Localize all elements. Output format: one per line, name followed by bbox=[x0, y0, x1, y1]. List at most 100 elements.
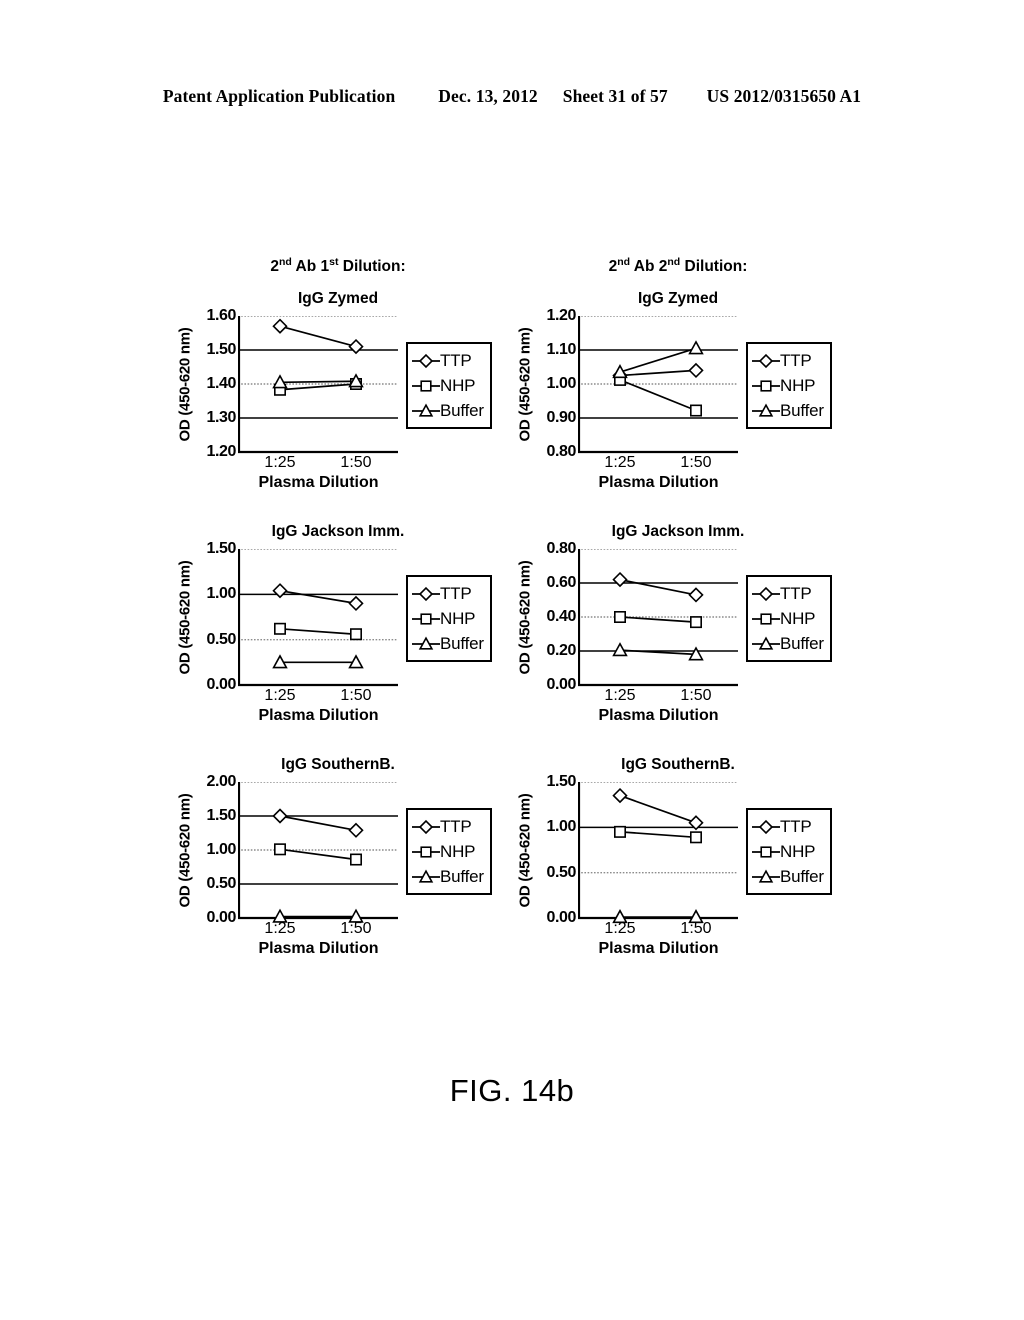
panel-row: IgG Jackson Imm. OD (450-620 nm) 0.00 0.50 1… bbox=[168, 491, 848, 724]
x-tick-label: 1:50 bbox=[340, 920, 372, 937]
legend-item-nhp: NHP bbox=[411, 373, 484, 398]
y-tick-label: 1.00 bbox=[546, 375, 576, 392]
x-tick-label: 1:25 bbox=[604, 920, 636, 937]
chart-legend: TTP NHP Buffer bbox=[406, 808, 492, 895]
x-axis-ticks: 1:25 1:50 bbox=[578, 920, 738, 942]
y-tick-label: 1.40 bbox=[206, 375, 236, 392]
y-tick-label: 1.50 bbox=[206, 807, 236, 824]
y-tick-label: 0.00 bbox=[206, 676, 236, 693]
x-axis-title: Plasma Dilution bbox=[598, 474, 719, 491]
panel-row: IgG SouthernB. OD (450-620 nm) 0.00 0.50 1.0… bbox=[168, 724, 848, 957]
patent-number: US 2012/0315650 A1 bbox=[706, 86, 862, 106]
chart-panel-jackson-2nd: IgG Jackson Imm. OD (450-620 nm) 0.00 0.20 0… bbox=[508, 491, 848, 724]
x-axis-ticks: 1:25 1:50 bbox=[578, 687, 738, 709]
legend-item-buffer: Buffer bbox=[411, 398, 484, 423]
x-axis-ticks: 1:25 1:50 bbox=[238, 454, 398, 476]
triangle-marker-icon bbox=[411, 402, 441, 420]
y-tick-label: 1.60 bbox=[206, 307, 236, 324]
legend-label: NHP bbox=[780, 841, 816, 861]
x-tick-label: 1:50 bbox=[340, 454, 372, 471]
chart-legend: TTP NHP Buffer bbox=[746, 342, 832, 429]
legend-label: NHP bbox=[780, 375, 816, 395]
legend-label: Buffer bbox=[440, 633, 484, 653]
y-tick-label: 1.10 bbox=[546, 341, 576, 358]
y-tick-label: 1.30 bbox=[206, 409, 236, 426]
x-tick-label: 1:25 bbox=[604, 454, 636, 471]
x-axis-title: Plasma Dilution bbox=[258, 474, 379, 491]
x-axis-ticks: 1:25 1:50 bbox=[238, 687, 398, 709]
legend-item-buffer: Buffer bbox=[751, 631, 824, 656]
y-axis-ticks: 0.00 0.50 1.00 1.50 2.00 bbox=[190, 773, 238, 926]
column-heading: 2nd Ab 2nd Dilution: bbox=[608, 255, 748, 275]
legend-item-nhp: NHP bbox=[751, 839, 824, 864]
heading-spacer bbox=[508, 724, 848, 750]
x-tick-label: 1:50 bbox=[680, 687, 712, 704]
chart-panel-jackson-1st: IgG Jackson Imm. OD (450-620 nm) 0.00 0.50 1… bbox=[168, 491, 508, 724]
y-tick-label: 0.40 bbox=[546, 608, 576, 625]
patent-header: Patent Application Publication Dec. 13, … bbox=[0, 86, 1024, 107]
y-axis-ticks: 1.20 1.30 1.40 1.50 1.60 bbox=[190, 307, 238, 460]
legend-label: Buffer bbox=[780, 633, 824, 653]
x-axis-title: Plasma Dilution bbox=[258, 707, 379, 724]
legend-item-nhp: NHP bbox=[751, 606, 824, 631]
chart-panel-zymed-2nd: 2nd Ab 2nd Dilution: IgG Zymed OD (450-620… bbox=[508, 255, 848, 491]
chart-block: OD (450-620 nm) 0.00 0.50 1.00 1.50 2.00 1:25 1… bbox=[168, 773, 508, 957]
legend-label: Buffer bbox=[440, 866, 484, 886]
figure-panel-grid: 2nd Ab 1st Dilution: IgG Zymed OD (450-620… bbox=[168, 255, 848, 957]
y-tick-label: 0.00 bbox=[206, 909, 236, 926]
square-marker-icon bbox=[411, 610, 441, 628]
y-axis-ticks: 0.80 0.90 1.00 1.10 1.20 bbox=[530, 307, 578, 460]
legend-label: TTP bbox=[780, 816, 812, 836]
y-tick-label: 0.00 bbox=[546, 909, 576, 926]
chart-panel-zymed-1st: 2nd Ab 1st Dilution: IgG Zymed OD (450-620… bbox=[168, 257, 508, 491]
diamond-marker-icon bbox=[751, 352, 781, 370]
y-tick-label: 1.00 bbox=[206, 585, 236, 603]
triangle-marker-icon bbox=[411, 868, 441, 886]
x-axis-title: Plasma Dilution bbox=[258, 940, 379, 957]
y-tick-label: 0.80 bbox=[546, 443, 576, 460]
square-marker-icon bbox=[751, 377, 781, 395]
legend-item-ttp: TTP bbox=[411, 581, 484, 606]
plot-area bbox=[578, 316, 738, 454]
y-tick-label: 0.20 bbox=[546, 642, 576, 659]
legend-label: Buffer bbox=[780, 400, 824, 420]
legend-label: NHP bbox=[780, 608, 816, 628]
y-tick-label: 0.50 bbox=[206, 630, 236, 648]
x-tick-label: 1:25 bbox=[604, 687, 636, 704]
chart-block: OD (450-620 nm) 0.00 0.50 1.00 1.50 1:25 1:50 P… bbox=[168, 540, 508, 724]
y-axis-ticks: 0.00 0.50 1.00 1.50 bbox=[190, 540, 238, 693]
diamond-marker-icon bbox=[751, 585, 781, 603]
legend-label: TTP bbox=[440, 583, 472, 603]
legend-label: Buffer bbox=[780, 866, 824, 886]
legend-item-ttp: TTP bbox=[411, 814, 484, 839]
legend-label: TTP bbox=[780, 350, 812, 370]
y-axis-ticks: 0.00 0.20 0.40 0.60 0.80 bbox=[530, 540, 578, 693]
y-tick-label: 1.50 bbox=[206, 540, 236, 557]
y-tick-label: 0.50 bbox=[206, 875, 236, 892]
legend-item-nhp: NHP bbox=[411, 839, 484, 864]
legend-item-nhp: NHP bbox=[751, 373, 824, 398]
y-tick-label: 0.60 bbox=[546, 574, 576, 591]
heading-spacer bbox=[508, 491, 848, 517]
chart-panel-southern-2nd: IgG SouthernB. OD (450-620 nm) 0.00 0.50 1.0… bbox=[508, 724, 848, 957]
legend-label: NHP bbox=[440, 608, 476, 628]
legend-label: TTP bbox=[780, 583, 812, 603]
chart-block: OD (450-620 nm) 0.00 0.20 0.40 0.60 0.80 1:25 1… bbox=[508, 540, 848, 724]
triangle-marker-icon bbox=[751, 868, 781, 886]
heading-spacer bbox=[168, 724, 508, 750]
x-tick-label: 1:50 bbox=[680, 454, 712, 471]
legend-item-ttp: TTP bbox=[411, 348, 484, 373]
heading-spacer bbox=[168, 491, 508, 517]
plot-area bbox=[578, 782, 738, 924]
square-marker-icon bbox=[411, 843, 441, 861]
y-tick-label: 0.80 bbox=[546, 540, 576, 557]
y-tick-label: 1.50 bbox=[546, 773, 576, 790]
legend-label: Buffer bbox=[440, 400, 484, 420]
x-axis-ticks: 1:25 1:50 bbox=[578, 454, 738, 476]
chart-block: OD (450-620 nm) 1.20 1.30 1.40 1.50 1.60 1:25 1… bbox=[168, 307, 508, 491]
chart-block: OD (450-620 nm) 0.00 0.50 1.00 1.50 1:25 1:50 P… bbox=[508, 773, 848, 957]
publication-date: Dec. 13, 2012 bbox=[438, 86, 538, 106]
x-tick-label: 1:25 bbox=[264, 454, 296, 471]
publication-label: Patent Application Publication bbox=[162, 86, 396, 106]
triangle-marker-icon bbox=[751, 635, 781, 653]
